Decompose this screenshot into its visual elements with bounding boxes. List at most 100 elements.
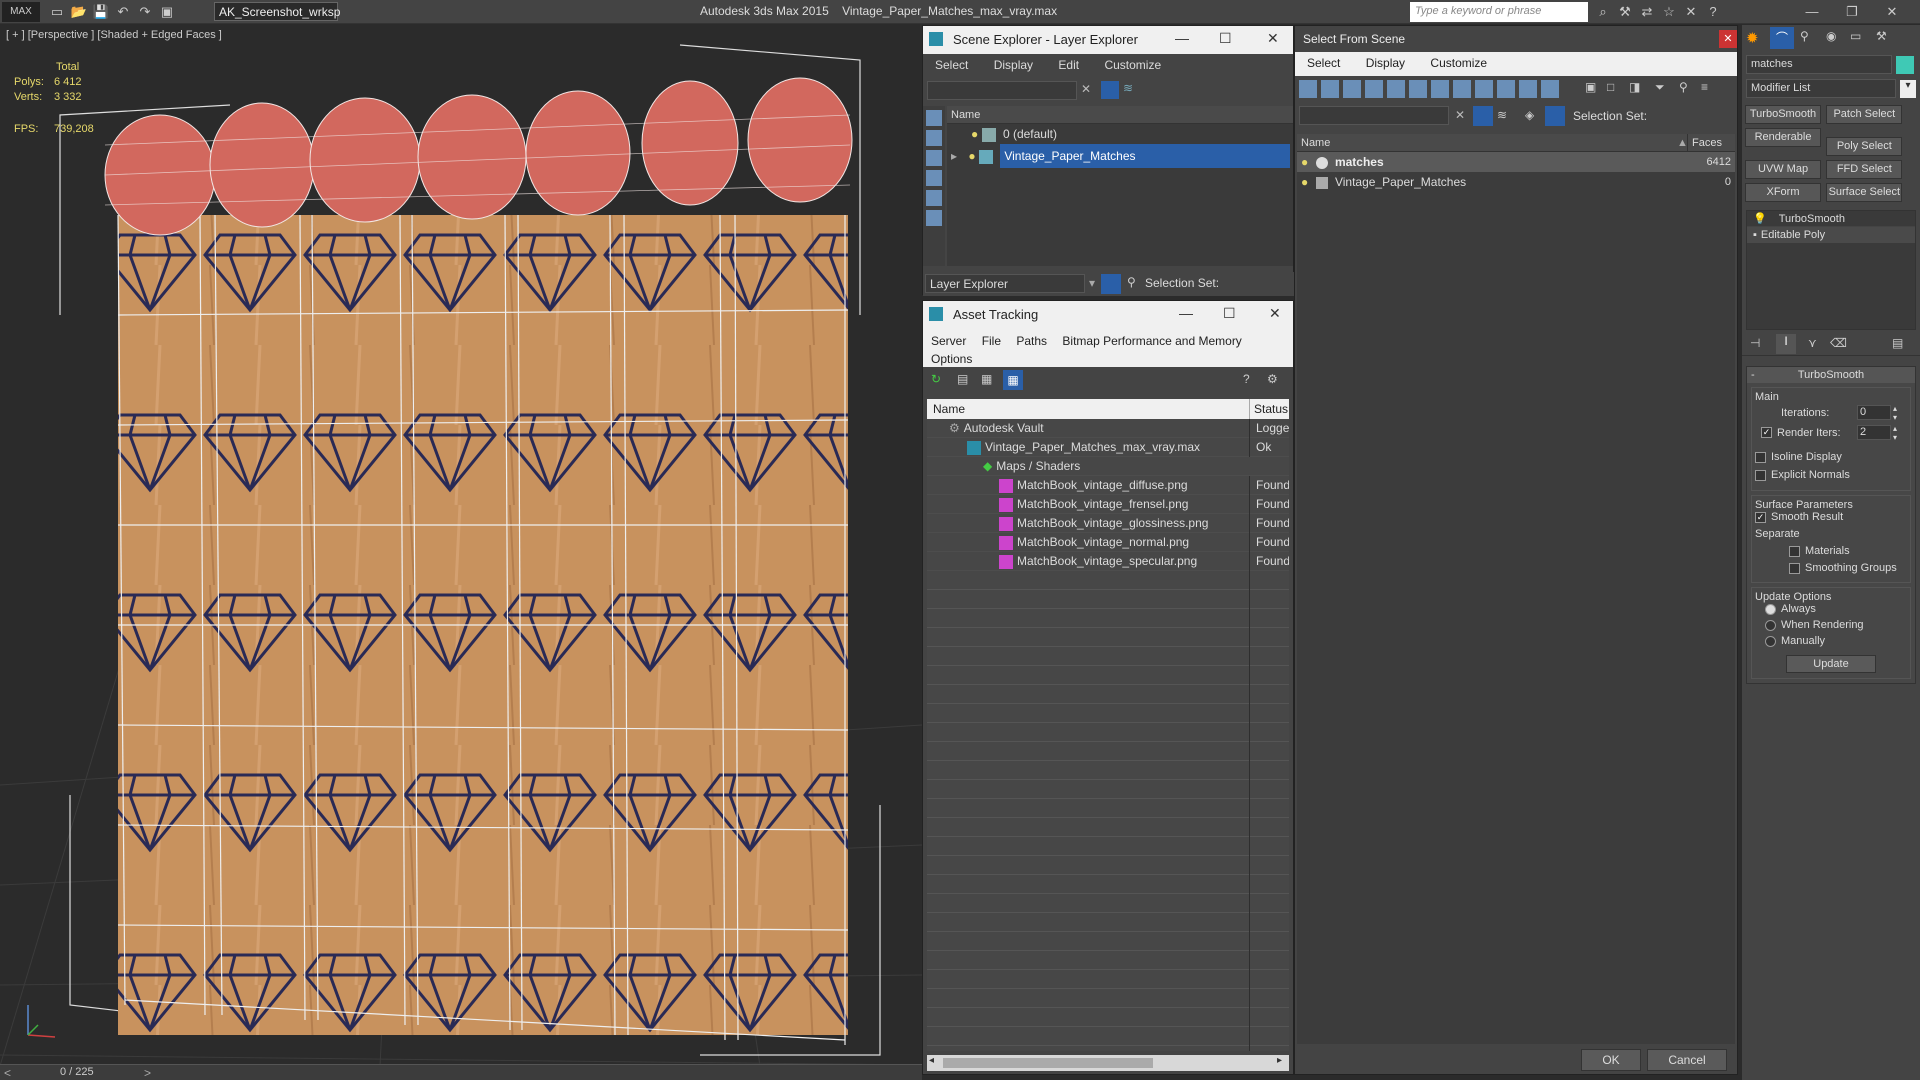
scroll-left-icon[interactable]: ◂ [929, 1055, 934, 1066]
lightbulb-icon[interactable]: ● [1301, 155, 1308, 169]
layers-icon[interactable]: ≋ [1497, 108, 1507, 122]
new-file-icon[interactable]: ▭ [46, 2, 68, 22]
stack-item-turbosmooth[interactable]: 💡 TurboSmooth [1747, 211, 1915, 227]
display-geometry-icon[interactable] [926, 170, 942, 186]
scroll-thumb[interactable] [943, 1058, 1153, 1068]
update-button[interactable]: Update [1786, 655, 1876, 673]
binoculars-icon[interactable]: ⌕ [1592, 2, 1614, 22]
chevron-down-icon[interactable]: ▾ [1089, 276, 1095, 290]
exchange-icon[interactable]: ⇄ [1636, 2, 1658, 22]
thumbnail-icon[interactable]: ▦ [981, 372, 992, 386]
always-radio[interactable] [1765, 603, 1776, 615]
explicit-normals-checkbox[interactable] [1755, 469, 1766, 481]
display-containers-icon[interactable] [1497, 80, 1515, 98]
isoline-checkbox[interactable] [1755, 451, 1766, 463]
prev-frame-icon[interactable]: < [4, 1066, 11, 1080]
table-view-icon[interactable]: ▦ [1003, 370, 1023, 390]
display-lights-icon[interactable] [1343, 80, 1361, 98]
select-all-icon[interactable]: ▣ [1585, 80, 1596, 94]
x-icon[interactable]: ✕ [1680, 2, 1702, 22]
configure-sets-icon[interactable]: ▤ [1892, 336, 1903, 350]
column-header-name[interactable]: Name [1297, 137, 1330, 149]
star-icon[interactable]: ☆ [1658, 2, 1680, 22]
display-geometry-icon[interactable] [1299, 80, 1317, 98]
perspective-viewport[interactable]: [ + ] [Perspective ] [Shaded + Edged Fac… [0, 25, 922, 1066]
scene-row-matches[interactable]: ● matches 6412 [1297, 152, 1735, 172]
filter-icon[interactable] [1473, 106, 1493, 126]
asset-tracking-titlebar[interactable]: Asset Tracking — ☐ ✕ [923, 301, 1293, 329]
pin-stack-icon[interactable]: ⊣ [1750, 336, 1760, 350]
menu-customize[interactable]: Customize [1104, 58, 1161, 72]
column-header-name[interactable]: Name [927, 402, 965, 416]
poly-select-button[interactable]: Poly Select [1826, 137, 1903, 156]
hierarchy-mode-icon[interactable] [1545, 106, 1565, 126]
maximize-icon[interactable]: ☐ [1223, 305, 1236, 322]
layer-row-default[interactable]: ● 0 (default) [947, 124, 1293, 144]
close-icon[interactable]: ✕ [1872, 2, 1912, 22]
minimize-icon[interactable]: — [1792, 2, 1832, 22]
workspace-dropdown[interactable]: AK_Screenshot_wrksp [214, 2, 340, 21]
clear-search-icon[interactable]: ✕ [1455, 108, 1465, 122]
asset-row-texture[interactable]: MatchBook_vintage_normal.png Found [927, 533, 1289, 552]
menu-server[interactable]: Server [931, 334, 966, 348]
column-header-faces[interactable]: Faces [1687, 134, 1722, 152]
motion-tab-icon[interactable]: ◉ [1826, 29, 1836, 43]
collapse-icon[interactable]: - [1751, 367, 1755, 383]
object-color-swatch[interactable] [1896, 56, 1914, 74]
always-row[interactable]: Always [1755, 603, 1907, 619]
layers-icon[interactable]: ≋ [1123, 81, 1133, 95]
display-none-icon[interactable] [926, 110, 942, 126]
iterations-spinner[interactable]: 0 [1857, 405, 1891, 420]
cancel-button[interactable]: Cancel [1647, 1049, 1727, 1071]
minimize-icon[interactable]: — [1175, 30, 1189, 46]
chevron-down-icon[interactable]: ▾ [1900, 80, 1916, 98]
menu-edit[interactable]: Edit [1058, 58, 1079, 72]
menu-paths[interactable]: Paths [1016, 334, 1047, 348]
help-icon[interactable]: ? [1243, 372, 1250, 386]
invert-display-icon[interactable] [926, 150, 942, 166]
redo-icon[interactable]: ↷ [134, 2, 156, 22]
maximize-icon[interactable]: ☐ [1219, 30, 1232, 47]
smooth-result-checkbox[interactable]: ✓ [1755, 511, 1766, 523]
display-helpers-icon[interactable] [1387, 80, 1405, 98]
display-frozen-icon[interactable] [1519, 80, 1537, 98]
scene-row-vintage[interactable]: ● Vintage_Paper_Matches 0 [1297, 172, 1735, 192]
expand-plus-icon[interactable]: ▪ [1753, 229, 1757, 241]
smoothing-groups-checkbox[interactable] [1789, 562, 1800, 574]
uvw-map-button[interactable]: UVW Map [1745, 160, 1821, 179]
asset-row-texture[interactable]: MatchBook_vintage_specular.png Found [927, 552, 1289, 571]
asset-row-texture[interactable]: MatchBook_vintage_frensel.png Found [927, 495, 1289, 514]
manually-radio[interactable] [1765, 635, 1776, 647]
time-slider[interactable]: < 0 / 225 > [0, 1064, 922, 1080]
close-icon[interactable]: ✕ [1267, 30, 1279, 47]
asset-row-texture[interactable]: MatchBook_vintage_glossiness.png Found [927, 514, 1289, 533]
stack-item-editable-poly[interactable]: ▪ Editable Poly [1747, 227, 1915, 243]
viewport-label[interactable]: [ + ] [Perspective ] [Shaded + Edged Fac… [6, 29, 222, 41]
asset-row-maxfile[interactable]: Vintage_Paper_Matches_max_vray.max Ok [927, 438, 1289, 457]
explorer-type-dropdown[interactable]: Layer Explorer [925, 274, 1085, 293]
menu-select[interactable]: Select [1307, 56, 1340, 70]
manually-row[interactable]: Manually [1755, 635, 1907, 651]
select-none-icon[interactable]: □ [1607, 80, 1614, 94]
patch-select-button[interactable]: Patch Select [1826, 105, 1903, 124]
lightbulb-icon[interactable]: ● [968, 149, 975, 163]
restore-icon[interactable]: ❐ [1832, 2, 1872, 22]
remove-modifier-icon[interactable]: ⌫ [1830, 336, 1847, 350]
spinner-arrows-icon[interactable]: ▴ ▾ [1893, 404, 1897, 422]
display-shapes-icon[interactable] [1321, 80, 1339, 98]
undo-icon[interactable]: ↶ [112, 2, 134, 22]
show-end-result-icon[interactable]: I [1776, 334, 1796, 354]
lightbulb-icon[interactable]: ● [1301, 175, 1308, 189]
asset-row-vault[interactable]: ⚙Autodesk Vault Logged [927, 419, 1289, 438]
collapse-icon[interactable]: ≡ [1701, 80, 1708, 94]
modifier-list-dropdown[interactable]: Modifier List [1746, 79, 1896, 98]
layer-explorer-titlebar[interactable]: Scene Explorer - Layer Explorer — ☐ ✕ [923, 26, 1293, 54]
surface-select-button[interactable]: Surface Select [1826, 183, 1903, 202]
column-header-status[interactable]: Status [1249, 399, 1288, 419]
render-iters-spinner[interactable]: 2 [1857, 425, 1891, 440]
display-groups-icon[interactable] [1431, 80, 1449, 98]
materials-row[interactable]: Materials [1755, 545, 1907, 562]
lightbulb-icon[interactable]: 💡 [1753, 213, 1767, 225]
scene-search-input[interactable] [1299, 106, 1449, 125]
menu-select[interactable]: Select [935, 58, 968, 72]
